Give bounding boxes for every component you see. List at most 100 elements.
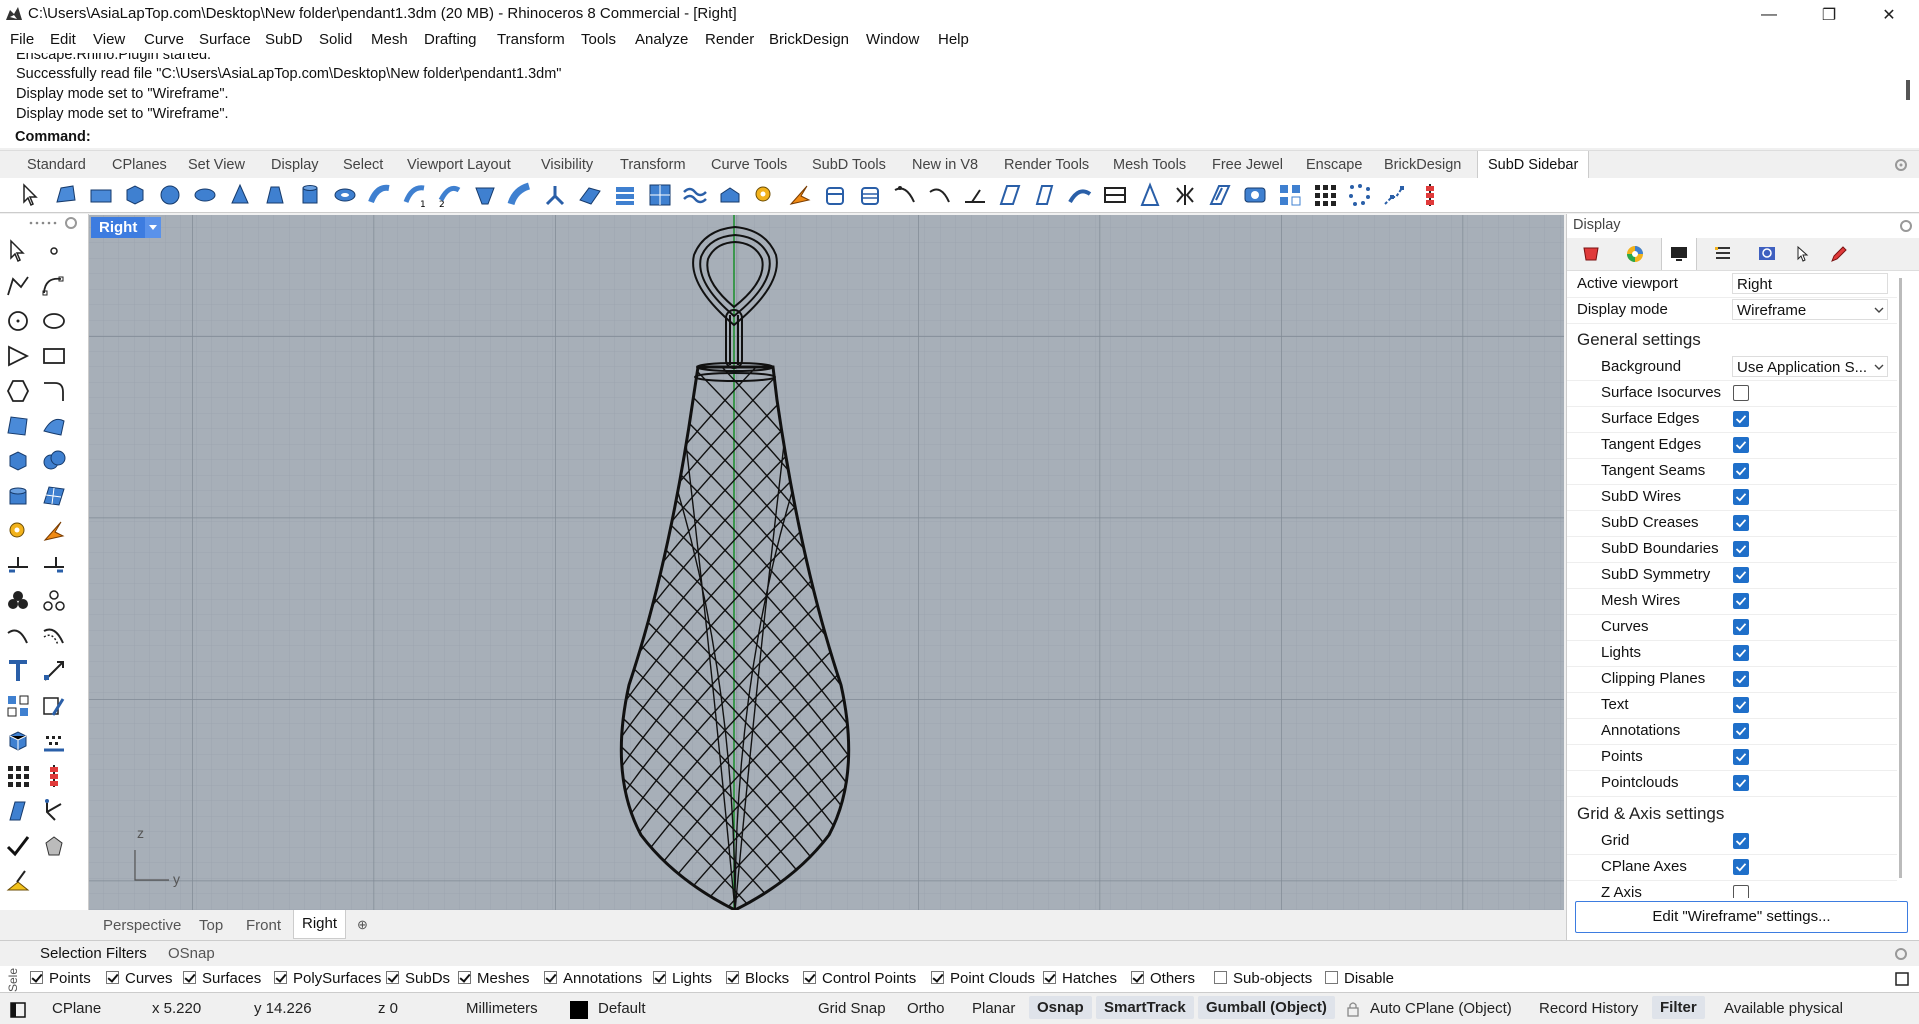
- layers-icon[interactable]: [1713, 244, 1733, 264]
- tab-subd-sidebar[interactable]: SubD Sidebar: [1477, 151, 1590, 179]
- setting-checkbox[interactable]: [1733, 411, 1749, 427]
- select-arrow-icon[interactable]: [5, 238, 31, 264]
- filter-checkbox[interactable]: [106, 971, 119, 984]
- tab-render-tools[interactable]: Render Tools: [1004, 157, 1089, 173]
- pencil-icon[interactable]: [1829, 244, 1849, 264]
- filter-checkbox[interactable]: [183, 971, 196, 984]
- menu-window[interactable]: Window: [866, 31, 919, 48]
- setting-checkbox[interactable]: [1733, 619, 1749, 635]
- tab-free-jewel[interactable]: Free Jewel: [1212, 157, 1283, 173]
- lock-icon[interactable]: [1346, 1001, 1360, 1017]
- edit-display-mode-button[interactable]: Edit "Wireframe" settings...: [1575, 901, 1908, 933]
- select-arrow-icon[interactable]: [18, 182, 44, 208]
- setting-checkbox[interactable]: [1733, 489, 1749, 505]
- background-select[interactable]: Use Application S...: [1732, 356, 1888, 377]
- setting-checkbox[interactable]: [1733, 697, 1749, 713]
- menu-view[interactable]: View: [93, 31, 125, 48]
- subd-stack-icon[interactable]: [612, 182, 638, 208]
- display-mode-select[interactable]: Wireframe: [1732, 299, 1888, 320]
- filter-checkbox[interactable]: [653, 971, 666, 984]
- filter-meshes[interactable]: Meshes: [458, 970, 530, 987]
- subd-pipe-icon[interactable]: [367, 182, 393, 208]
- grid-snap-toggle[interactable]: Grid Snap: [818, 1000, 886, 1017]
- status-cplane[interactable]: CPlane: [52, 1000, 101, 1017]
- auto-cplane-toggle[interactable]: Auto CPlane (Object): [1370, 1000, 1512, 1017]
- filter-curves[interactable]: Curves: [106, 970, 173, 987]
- bend-icon[interactable]: [1067, 182, 1093, 208]
- filter-checkbox[interactable]: [1214, 971, 1227, 984]
- filter-sub-objects[interactable]: Sub-objects: [1214, 970, 1312, 987]
- arc-icon[interactable]: [5, 343, 31, 369]
- display-tab[interactable]: [1661, 238, 1697, 270]
- symmetry-icon[interactable]: [1172, 182, 1198, 208]
- subd-grid-icon[interactable]: [647, 182, 673, 208]
- menu-file[interactable]: File: [10, 31, 34, 48]
- menu-mesh[interactable]: Mesh: [371, 31, 408, 48]
- tab-set-view[interactable]: Set View: [188, 157, 245, 173]
- insert-point-icon[interactable]: [857, 182, 883, 208]
- menu-help[interactable]: Help: [938, 31, 969, 48]
- status-units[interactable]: Millimeters: [466, 1000, 538, 1017]
- circle-icon[interactable]: [5, 308, 31, 334]
- gear-icon[interactable]: [1894, 947, 1908, 961]
- subd-loft-icon[interactable]: 1: [402, 182, 428, 208]
- mesh-icon[interactable]: [41, 483, 67, 509]
- array-icon[interactable]: [1312, 182, 1338, 208]
- menu-tools[interactable]: Tools: [581, 31, 616, 48]
- filter-annotations[interactable]: Annotations: [544, 970, 642, 987]
- close-button[interactable]: ✕: [1860, 0, 1918, 29]
- gear-icon[interactable]: [64, 216, 78, 230]
- panel-toggle-icon[interactable]: [10, 1002, 26, 1018]
- point-icon[interactable]: [41, 238, 67, 264]
- chevron-down-icon[interactable]: [1873, 305, 1885, 315]
- subd-cube-icon[interactable]: [122, 182, 148, 208]
- check-icon[interactable]: [5, 833, 31, 859]
- filter-checkbox[interactable]: [726, 971, 739, 984]
- menu-edit[interactable]: Edit: [50, 31, 76, 48]
- fillet-curve-icon[interactable]: [41, 378, 67, 404]
- tab-curve-tools[interactable]: Curve Tools: [711, 157, 787, 173]
- viewport-tab-perspective[interactable]: Perspective: [103, 917, 181, 934]
- filter-point-clouds[interactable]: Point Clouds: [931, 970, 1035, 987]
- filter-checkbox[interactable]: [1325, 971, 1338, 984]
- filter-checkbox[interactable]: [274, 971, 287, 984]
- menu-drafting[interactable]: Drafting: [424, 31, 477, 48]
- filter-blocks[interactable]: Blocks: [726, 970, 789, 987]
- dimension-icon[interactable]: [41, 658, 67, 684]
- osnap-toggle[interactable]: Osnap: [1029, 996, 1092, 1019]
- blend-curve-icon[interactable]: [5, 623, 31, 649]
- subd-bridge-icon[interactable]: [577, 182, 603, 208]
- tab-transform[interactable]: Transform: [620, 157, 686, 173]
- render-icon[interactable]: [1242, 182, 1268, 208]
- fill-hole-icon[interactable]: [1207, 182, 1233, 208]
- subd-sphere-icon[interactable]: [157, 182, 183, 208]
- setting-checkbox[interactable]: [1733, 775, 1749, 791]
- surface-curve-icon[interactable]: [41, 413, 67, 439]
- smarttrack-toggle[interactable]: SmartTrack: [1096, 996, 1194, 1019]
- tab-enscape[interactable]: Enscape: [1306, 157, 1362, 173]
- boolean-union-icon[interactable]: [41, 448, 67, 474]
- setting-checkbox[interactable]: [1733, 463, 1749, 479]
- tab-standard[interactable]: Standard: [27, 157, 86, 173]
- tab-selection-filters[interactable]: Selection Filters: [40, 945, 147, 962]
- solid-box-icon[interactable]: [5, 448, 31, 474]
- viewport-tab-top[interactable]: Top: [199, 917, 223, 934]
- control-polygon-icon[interactable]: [1382, 182, 1408, 208]
- block-icon[interactable]: [5, 728, 31, 754]
- gumball-toggle[interactable]: Gumball (Object): [1198, 996, 1335, 1019]
- subd-extrude-icon[interactable]: [717, 182, 743, 208]
- command-line[interactable]: Command:: [0, 128, 1919, 148]
- insert-edge-icon[interactable]: [822, 182, 848, 208]
- polyline-icon[interactable]: [5, 273, 31, 299]
- menu-solid[interactable]: Solid: [319, 31, 352, 48]
- filter-checkbox[interactable]: [30, 971, 43, 984]
- chevron-down-icon[interactable]: [145, 217, 161, 238]
- setting-checkbox[interactable]: [1733, 671, 1749, 687]
- setting-checkbox[interactable]: [1733, 567, 1749, 583]
- viewport-tab-right[interactable]: Right: [293, 910, 347, 939]
- gear-icon[interactable]: [1894, 158, 1908, 172]
- ellipse-icon[interactable]: [41, 308, 67, 334]
- setting-checkbox[interactable]: [1733, 515, 1749, 531]
- filter-toggle[interactable]: Filter: [1652, 996, 1705, 1019]
- subd-skin-icon[interactable]: [542, 182, 568, 208]
